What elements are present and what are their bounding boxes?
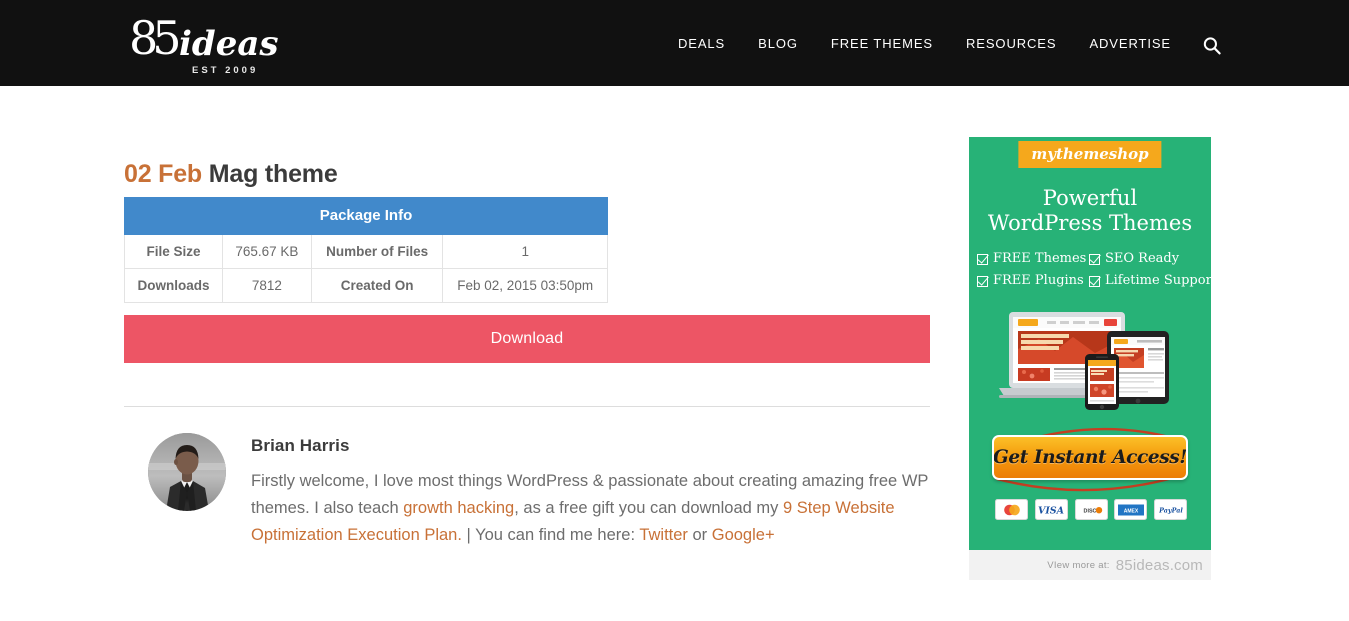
table-row: File Size 765.67 KB Number of Files 1 — [124, 234, 608, 269]
cell-number-of-files-label: Number of Files — [310, 234, 444, 269]
ad-footer-bar: VIew more at: 85ideas.com — [969, 550, 1211, 580]
logo-tagline: EST 2009 — [192, 65, 259, 76]
bio-link-googleplus[interactable]: Google+ — [712, 526, 775, 544]
logo-mark: 85 ideas EST 2009 — [129, 11, 279, 76]
cell-number-of-files-value: 1 — [442, 234, 608, 269]
visa-glyph: VISA — [1038, 506, 1064, 517]
ad-headline: Powerful WordPress Themes — [969, 186, 1211, 236]
payment-methods-row: VISA DISC AMEX PayPal — [995, 499, 1187, 520]
ad-feature-item: Lifetime Support — [1089, 272, 1211, 290]
paypal-glyph: PayPal — [1158, 507, 1183, 515]
ad-feature-item: FREE Themes — [977, 250, 1089, 268]
mythemeshop-ad-banner[interactable]: mythemeshop Powerful WordPress Themes FR… — [969, 137, 1211, 550]
cell-file-size-value: 765.67 KB — [221, 234, 312, 269]
author-name: Brian Harris — [251, 436, 350, 455]
nav-item-advertise[interactable]: ADVERTISE — [1089, 36, 1171, 51]
post-column: 02 Feb Mag theme in Uncategorized by Bri… — [124, 86, 936, 544]
ad-feature-label: FREE Plugins — [993, 273, 1084, 288]
svg-text:DISC: DISC — [1084, 509, 1097, 515]
site-header: 85 ideas EST 2009 DEALS BLOG FREE THEMES… — [0, 0, 1349, 86]
ad-headline-line-1: Powerful — [1042, 186, 1138, 210]
bio-link-twitter[interactable]: Twitter — [639, 526, 688, 544]
content-divider — [124, 406, 930, 407]
discover-icon: DISC — [1074, 499, 1108, 520]
package-info-table: Package Info File Size 765.67 KB Number … — [124, 197, 608, 303]
nav-item-blog[interactable]: BLOG — [758, 36, 798, 51]
package-table-body: File Size 765.67 KB Number of Files 1 Do… — [124, 234, 608, 303]
discover-glyph: DISC — [1084, 507, 1103, 515]
mastercard-icon — [995, 499, 1028, 520]
avatar — [148, 433, 226, 511]
main-navigation: DEALS BLOG FREE THEMES RESOURCES ADVERTI… — [678, 0, 1171, 86]
search-glyph — [1203, 37, 1221, 55]
checkmark-icon — [977, 275, 988, 287]
author-box: Brian Harris Firstly welcome, I love mos… — [148, 433, 938, 549]
checkmark-icon — [1089, 253, 1100, 265]
package-info-header: Package Info — [124, 197, 608, 235]
author-bio: Firstly welcome, I love most things Word… — [251, 468, 938, 549]
cell-downloads-label: Downloads — [124, 268, 223, 303]
visa-icon: VISA — [1034, 499, 1068, 520]
logo-number: 85 — [129, 11, 181, 65]
nav-item-free-themes[interactable]: FREE THEMES — [831, 36, 933, 51]
ad-headline-line-2: WordPress Themes — [987, 211, 1193, 235]
checkmark-icon — [1089, 275, 1100, 287]
site-logo[interactable]: 85 ideas EST 2009 — [124, 8, 284, 78]
package-table-head: Package Info — [124, 197, 608, 235]
ad-feature-item: SEO Ready — [1089, 250, 1207, 268]
table-row: Downloads 7812 Created On Feb 02, 2015 0… — [124, 268, 608, 303]
bio-link-growth-hacking[interactable]: growth hacking — [403, 499, 514, 517]
ad-footer-label: VIew more at: — [1047, 559, 1110, 571]
mastercard-glyph — [1003, 504, 1020, 515]
ad-feature-item: FREE Plugins — [977, 272, 1089, 290]
ad-brand-badge: mythemeshop — [1018, 141, 1162, 168]
post-title-text: Mag theme — [208, 160, 338, 188]
cta-label: Get Instant Access! — [992, 447, 1188, 468]
ad-feature-label: Lifetime Support — [1105, 273, 1211, 288]
search-icon[interactable] — [1202, 36, 1222, 56]
cell-created-on-label: Created On — [310, 268, 444, 303]
svg-text:PayPal: PayPal — [1158, 507, 1183, 515]
author-text: Brian Harris Firstly welcome, I love mos… — [251, 433, 938, 549]
avatar-photo — [148, 433, 226, 511]
svg-text:AMEX: AMEX — [1124, 508, 1139, 514]
post-date: 02 Feb — [124, 160, 202, 188]
bio-part-4: or — [687, 526, 712, 544]
amex-icon: AMEX — [1114, 499, 1148, 520]
amex-glyph: AMEX — [1117, 504, 1144, 515]
bio-part-3: | You can find me here: — [461, 526, 640, 544]
bio-part-2: , as a free gift you can download my — [514, 499, 783, 517]
ad-feature-label: FREE Themes — [993, 251, 1087, 266]
ad-feature-list: FREE Themes SEO Ready FREE Plugins Lifet… — [977, 250, 1211, 290]
sidebar: mythemeshop Powerful WordPress Themes FR… — [969, 137, 1225, 580]
ad-footer-site: 85ideas.com — [1115, 556, 1203, 574]
logo-word: ideas — [179, 24, 279, 64]
cell-file-size-label: File Size — [124, 234, 223, 269]
svg-text:VISA: VISA — [1038, 506, 1064, 517]
table-header-row: Package Info — [124, 197, 608, 235]
page-title: 02 Feb Mag theme — [124, 159, 936, 189]
page-body: 02 Feb Mag theme in Uncategorized by Bri… — [0, 86, 1349, 621]
checkmark-icon — [977, 253, 988, 265]
cell-downloads-value: 7812 — [221, 268, 312, 303]
devices-mockup-image — [997, 309, 1187, 422]
cell-created-on-value: Feb 02, 2015 03:50pm — [442, 268, 608, 303]
nav-item-deals[interactable]: DEALS — [678, 36, 725, 51]
paypal-icon: PayPal — [1154, 499, 1187, 520]
devices-illustration — [999, 312, 1169, 410]
get-instant-access-button[interactable]: Get Instant Access! — [992, 435, 1188, 480]
nav-item-resources[interactable]: RESOURCES — [966, 36, 1056, 51]
ad-feature-label: SEO Ready — [1105, 251, 1180, 266]
download-button[interactable]: Download — [124, 315, 930, 363]
